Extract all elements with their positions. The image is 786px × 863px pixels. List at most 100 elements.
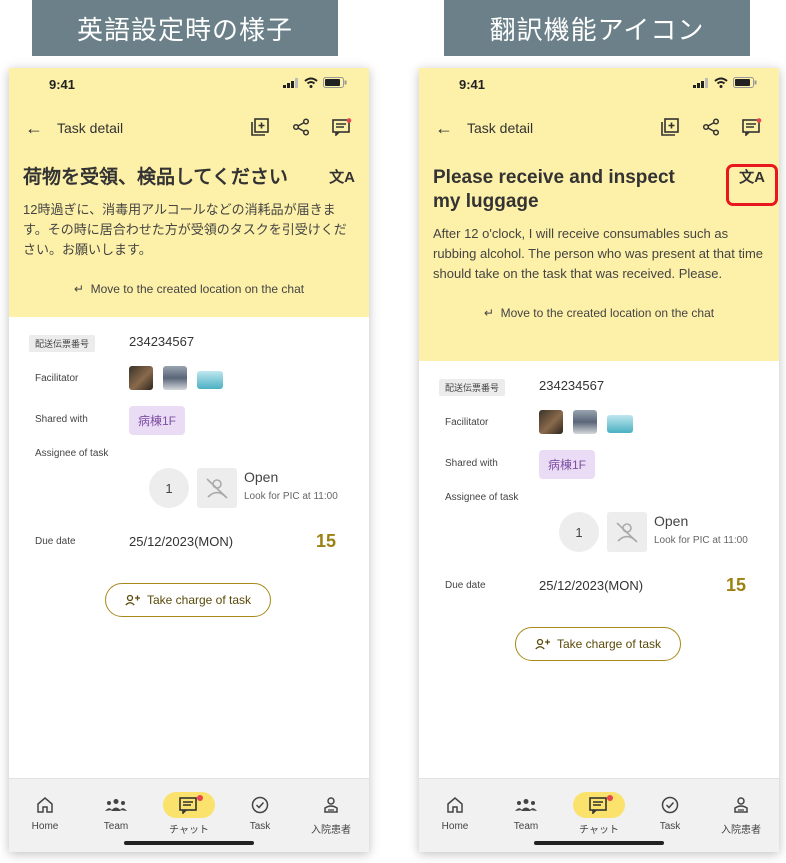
task-description: After 12 o'clock, I will receive consuma… bbox=[433, 226, 764, 281]
task-header-panel: 9:41 ← Task detail 荷物を受領、検品してください 文A 12時… bbox=[9, 68, 369, 317]
patient-icon bbox=[734, 797, 748, 813]
facilitator-label: Facilitator bbox=[35, 373, 79, 384]
nav-label: Task bbox=[659, 821, 681, 832]
nav-team[interactable]: Team bbox=[86, 793, 146, 832]
open-status-sub: Look for PIC at 11:00 bbox=[654, 535, 748, 546]
shared-ward-chip[interactable]: 病棟1F bbox=[129, 406, 186, 435]
open-status: Open bbox=[654, 513, 689, 529]
team-icon bbox=[105, 799, 127, 811]
take-charge-label: Take charge of task bbox=[146, 593, 252, 607]
signal-icon bbox=[693, 77, 708, 88]
app-header: ← Task detail bbox=[419, 102, 779, 152]
due-date-value: 25/12/2023(MON) bbox=[129, 534, 234, 549]
avatar[interactable] bbox=[163, 366, 187, 390]
avatar[interactable] bbox=[607, 415, 633, 433]
nav-label: Team bbox=[103, 821, 129, 832]
avatar[interactable] bbox=[197, 371, 223, 389]
no-assignee-icon bbox=[607, 512, 647, 552]
slip-number-label: 配送伝票番号 bbox=[29, 335, 96, 352]
assignee-label: Assignee of task bbox=[445, 492, 519, 503]
nav-task[interactable]: Task bbox=[640, 793, 700, 832]
task-details: 配送伝票番号 234234567 Facilitator Shared with… bbox=[9, 317, 369, 777]
share-icon[interactable] bbox=[292, 118, 310, 136]
slip-number-label: 配送伝票番号 bbox=[439, 379, 506, 396]
avatar[interactable] bbox=[539, 410, 563, 434]
due-number: 15 bbox=[726, 575, 747, 595]
home-indicator bbox=[124, 841, 254, 845]
take-charge-button[interactable]: Take charge of task bbox=[105, 583, 271, 617]
move-link-text: Move to the created location on the chat bbox=[90, 282, 305, 296]
task-details: 配送伝票番号 234234567 Facilitator Shared with… bbox=[419, 361, 779, 781]
nav-label: Task bbox=[249, 821, 271, 832]
task-title: Please receive and inspect my luggage bbox=[433, 167, 675, 212]
home-indicator bbox=[534, 841, 664, 845]
nav-task[interactable]: Task bbox=[230, 793, 290, 832]
shared-with-label: Shared with bbox=[445, 458, 498, 469]
due-date-label: Due date bbox=[445, 580, 486, 591]
caption-english-setting: 英語設定時の様子 bbox=[32, 0, 338, 56]
nav-label: Home bbox=[441, 821, 469, 832]
nav-chat[interactable]: チャット bbox=[159, 792, 219, 836]
caption-translate-icon: 翻訳機能アイコン bbox=[444, 0, 750, 56]
return-arrow-icon: ↵ bbox=[483, 306, 494, 320]
nav-chat[interactable]: チャット bbox=[569, 792, 629, 836]
wifi-icon bbox=[714, 77, 728, 88]
facilitator-label: Facilitator bbox=[445, 417, 489, 428]
shared-with-label: Shared with bbox=[35, 414, 88, 425]
assignee-count: 1 bbox=[149, 468, 189, 508]
no-assignee-icon bbox=[197, 468, 237, 508]
nav-home[interactable]: Home bbox=[15, 793, 75, 832]
nav-home[interactable]: Home bbox=[425, 793, 485, 832]
assignee-count: 1 bbox=[559, 512, 599, 552]
header-title: Task detail bbox=[57, 120, 124, 136]
nav-label: チャット bbox=[169, 825, 209, 836]
phone-screen-left: 9:41 ← Task detail 荷物を受領、検品してください 文A 12時… bbox=[9, 68, 369, 852]
due-date-value: 25/12/2023(MON) bbox=[539, 578, 644, 593]
header-title: Task detail bbox=[467, 120, 534, 136]
add-copy-icon[interactable] bbox=[251, 118, 269, 136]
add-person-icon bbox=[125, 594, 140, 606]
nav-label: チャット bbox=[579, 825, 619, 836]
back-arrow-icon[interactable]: ← bbox=[25, 118, 43, 139]
add-person-icon bbox=[535, 638, 550, 650]
status-time: 9:41 bbox=[459, 77, 486, 92]
nav-patients[interactable]: 入院患者 bbox=[711, 793, 771, 836]
nav-team[interactable]: Team bbox=[496, 793, 556, 832]
translate-highlight-box bbox=[726, 164, 778, 206]
message-notification-icon[interactable] bbox=[742, 118, 762, 136]
translate-icon[interactable]: 文A bbox=[329, 166, 355, 187]
task-title-row: Please receive and inspect my luggage 文A bbox=[419, 152, 779, 214]
patient-icon bbox=[324, 797, 338, 813]
avatar[interactable] bbox=[573, 410, 597, 434]
task-check-icon bbox=[251, 796, 269, 814]
phone-screen-right: 9:41 ← Task detail Please receive and in… bbox=[419, 68, 779, 852]
nav-patients[interactable]: 入院患者 bbox=[301, 793, 361, 836]
chat-active-pill bbox=[573, 792, 625, 818]
move-to-chat-link[interactable]: ↵ Move to the created location on the ch… bbox=[9, 260, 369, 306]
share-icon[interactable] bbox=[702, 118, 720, 136]
task-title: 荷物を受領、検品してください bbox=[23, 167, 288, 188]
add-copy-icon[interactable] bbox=[661, 118, 679, 136]
wifi-icon bbox=[304, 77, 318, 88]
team-icon bbox=[515, 799, 537, 811]
message-notification-icon[interactable] bbox=[332, 118, 352, 136]
shared-ward-chip[interactable]: 病棟1F bbox=[539, 450, 596, 479]
take-charge-button[interactable]: Take charge of task bbox=[515, 627, 681, 661]
return-arrow-icon: ↵ bbox=[73, 282, 84, 296]
avatar[interactable] bbox=[129, 366, 153, 390]
battery-icon bbox=[323, 77, 347, 88]
due-number: 15 bbox=[316, 531, 337, 551]
bottom-nav: Home Team チャット Task 入院患者 bbox=[419, 778, 779, 852]
nav-label: 入院患者 bbox=[721, 825, 761, 836]
task-title-row: 荷物を受領、検品してください 文A bbox=[9, 152, 369, 190]
home-icon bbox=[447, 797, 463, 813]
assignee-label: Assignee of task bbox=[35, 448, 109, 459]
status-time: 9:41 bbox=[49, 77, 76, 92]
status-bar: 9:41 bbox=[9, 68, 369, 102]
back-arrow-icon[interactable]: ← bbox=[435, 118, 453, 139]
nav-label: Home bbox=[31, 821, 59, 832]
move-to-chat-link[interactable]: ↵ Move to the created location on the ch… bbox=[419, 284, 779, 330]
task-description: 12時過ぎに、消毒用アルコールなどの消耗品が届きます。その時に居合わせた方が受領… bbox=[23, 202, 347, 257]
app-header: ← Task detail bbox=[9, 102, 369, 152]
home-icon bbox=[37, 797, 53, 813]
